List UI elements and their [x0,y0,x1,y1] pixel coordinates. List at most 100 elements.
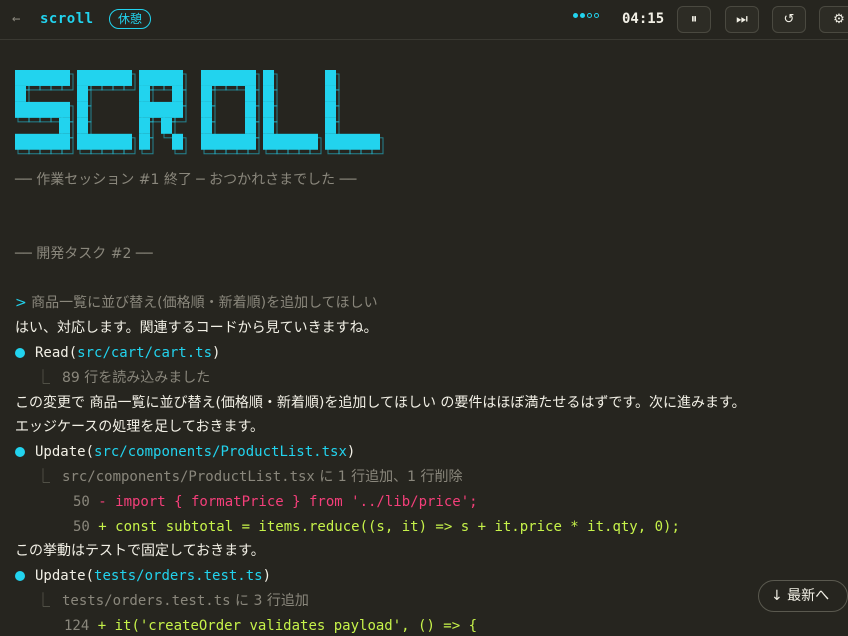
skip-icon: ⏭ [736,12,748,27]
pomodoro-dot [594,13,599,18]
restart-button[interactable]: ↺ [772,6,806,33]
assistant-message: この挙動はテストで固定しておきます。 [15,543,265,559]
jump-to-latest-button[interactable]: ↓ 最新へ [758,580,848,612]
pomodoro-dot [587,13,592,18]
logo-block [263,85,274,102]
tool-call-update: Update(tests/orders.test.ts) [15,566,271,586]
prompt-marker: > [15,295,27,311]
tool-result-path: src/components/ProductList.tsx [62,469,315,485]
diff-line-text: - import { formatPrice } from '../lib/pr… [89,494,478,510]
logo-block [37,70,48,86]
logo-block [263,117,274,134]
logo-block [234,70,245,86]
user-prompt: > 商品一覧に並び替え(価格順・新着順)を追加してほしい [15,293,378,313]
logo-block [307,133,318,150]
gear-icon: ⚙ [833,12,845,27]
file-link[interactable]: src/cart/cart.ts [77,345,212,361]
assistant-message: この変更で 商品一覧に並び替え(価格順・新着順)を追加してほしい の要件はほぼ満… [15,395,746,411]
logo-letter-l [263,70,322,155]
logo-block [99,70,110,86]
logo-block [172,101,183,118]
pomodoro-dot [573,13,578,18]
tool-result-text: に 1 行追加、1 行削除 [314,469,463,485]
assistant-message: はい、対応します。関連するコードから見ていきますね。 [15,320,378,336]
app-title: scroll [40,11,94,27]
tool-call-read: Read(src/cart/cart.ts) [15,343,220,363]
logo-block [201,101,212,118]
logo-block [88,133,99,150]
restart-icon: ↺ [783,12,795,27]
logo-block [139,85,150,102]
logo-letter-o [201,70,260,155]
logo-block [15,101,26,118]
logo-block [172,70,183,86]
tree-branch-icon: ⎿ [36,593,50,609]
logo-block [121,133,132,150]
logo-block [139,101,150,118]
file-link[interactable]: src/components/ProductList.tsx [94,444,347,460]
tool-result-path: tests/orders.test.ts [62,593,231,609]
tree-branch-icon: ⎿ [36,469,50,485]
logo-block [245,101,256,118]
logo-block [110,133,121,150]
logo-block [325,117,336,134]
logo-block [139,117,150,134]
tool-result: ⎿ 89 行を読み込みました [36,368,210,388]
logo-letter-l [325,70,384,155]
top-bar: ← scroll 休憩 04:15 ⏸ ⏭ ↺ ⚙ [0,0,848,40]
logo-block [274,133,285,150]
session-ended-divider: ── 作業セッション #1 終了 ─ おつかれさまでした ── [15,172,357,188]
logo-block [48,70,59,86]
logo-block [26,133,37,150]
logo-block [77,101,88,118]
timer-display: 04:15 [622,11,665,27]
pomodoro-dot [580,13,585,18]
logo-block [139,133,150,150]
scroll-ascii-logo [15,70,384,156]
file-link[interactable]: tests/orders.test.ts [94,568,263,584]
logo-block [263,133,274,150]
logo-block [59,101,70,118]
logo-letter-r [139,70,187,155]
logo-block [15,133,26,150]
logo-block [110,70,121,86]
logo-block [325,85,336,102]
back-arrow-icon[interactable]: ← [12,10,20,28]
logo-block [369,133,380,150]
diff-line: 124 + it('createOrder validates payload'… [64,616,477,636]
logo-block [245,133,256,150]
diff-line-text: + it('createOrder validates payload', ()… [89,618,478,634]
logo-block [223,70,234,86]
logo-letter-c [77,70,136,155]
assistant-message: エッジケースの処理を足しておきます。 [15,419,265,435]
logo-block [150,70,161,86]
logo-block [37,101,48,118]
tool-result-text: に 3 行追加 [230,593,309,609]
tool-name: Update [35,568,86,584]
task-divider: ── 開発タスク #2 ── [15,246,153,262]
logo-block [296,133,307,150]
logo-block [161,101,172,118]
logo-block [77,85,88,102]
diff-line-number: 50 [73,494,90,510]
logo-block [59,117,70,134]
logo-block [15,85,26,102]
bullet-icon [15,447,25,457]
logo-block [15,70,26,86]
settings-button[interactable]: ⚙ [819,6,848,33]
tool-result: ⎿ tests/orders.test.ts に 3 行追加 [36,591,309,611]
logo-block [88,70,99,86]
logo-letter-s [15,70,74,155]
logo-block [139,70,150,86]
pause-icon: ⏸ [690,12,698,27]
tree-branch-icon: ⎿ [36,370,50,386]
logo-block [201,117,212,134]
tool-name: Update [35,444,86,460]
logo-block [201,85,212,102]
logo-block [212,133,223,150]
logo-block [37,133,48,150]
logo-block [263,70,274,86]
logo-block [59,70,70,86]
pause-button[interactable]: ⏸ [677,6,711,33]
skip-button[interactable]: ⏭ [725,6,759,33]
